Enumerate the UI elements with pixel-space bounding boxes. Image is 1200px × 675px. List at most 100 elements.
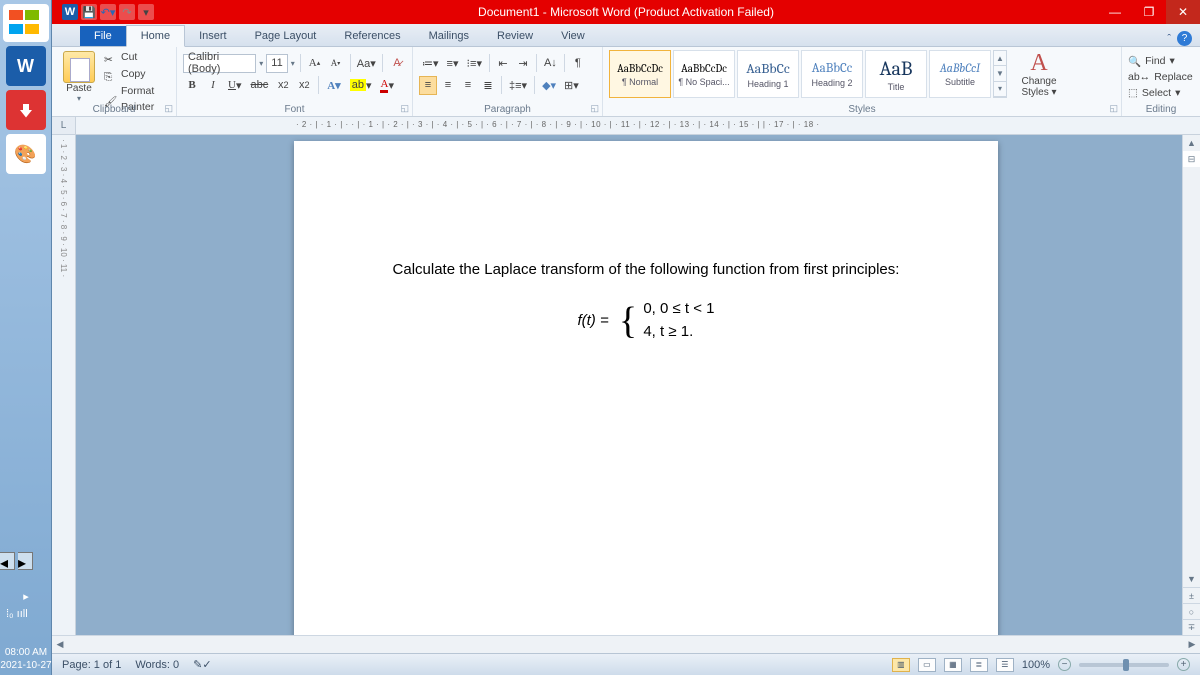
text-effects-button[interactable]: A▾ <box>324 76 343 95</box>
scroll-down-icon[interactable]: ▼ <box>1183 571 1200 587</box>
bullets-button[interactable]: ≔▾ <box>419 54 442 73</box>
bold-button[interactable]: B <box>183 76 201 95</box>
align-right-button[interactable]: ≡ <box>459 76 477 95</box>
numbering-button[interactable]: ≡▾ <box>444 54 462 73</box>
tab-view[interactable]: View <box>547 26 599 46</box>
grow-font-button[interactable]: A▴ <box>306 54 324 73</box>
styles-gallery-scroll[interactable]: ▲▼▾ <box>993 50 1007 98</box>
sort-button[interactable]: A↓ <box>541 54 560 73</box>
borders-button[interactable]: ⊞▾ <box>561 76 582 95</box>
paste-button[interactable]: Paste ▾ <box>58 51 100 103</box>
clear-formatting-button[interactable]: A̷ <box>388 54 406 73</box>
word-count[interactable]: Words: 0 <box>135 659 179 671</box>
vertical-ruler[interactable]: · 1 · 2 · 3 · 4 · 5 · 6 · 7 · 8 · 9 · 10… <box>52 135 76 635</box>
minimize-button[interactable]: — <box>1098 0 1132 24</box>
zoom-in-button[interactable]: + <box>1177 658 1190 671</box>
page[interactable]: Calculate the Laplace transform of the f… <box>294 141 998 635</box>
draft-view-button[interactable]: ☰ <box>996 658 1014 672</box>
app-icon[interactable]: W <box>62 4 78 20</box>
font-size-combo[interactable]: 11 <box>266 54 287 73</box>
font-color-button[interactable]: A▾ <box>377 76 396 95</box>
dialog-launcher-icon[interactable]: ◱ <box>590 103 599 114</box>
prev-page-icon[interactable]: ± <box>1183 587 1200 603</box>
maximize-button[interactable]: ❐ <box>1132 0 1166 24</box>
browse-object-icon[interactable]: ○ <box>1183 603 1200 619</box>
increase-indent-button[interactable]: ⇥ <box>514 54 532 73</box>
dialog-launcher-icon[interactable]: ◱ <box>400 103 409 114</box>
zoom-slider[interactable] <box>1079 663 1169 667</box>
cut-button[interactable]: ✂Cut <box>104 49 176 66</box>
fullscreen-reading-view-button[interactable]: ▭ <box>918 658 936 672</box>
tab-home[interactable]: Home <box>126 25 185 47</box>
scroll-left-icon[interactable]: ◀ <box>52 639 68 650</box>
tab-references[interactable]: References <box>330 26 414 46</box>
strikethrough-button[interactable]: abc <box>247 76 271 95</box>
tab-insert[interactable]: Insert <box>185 26 241 46</box>
change-case-button[interactable]: Aa▾ <box>355 54 377 73</box>
show-marks-button[interactable]: ¶ <box>569 54 587 73</box>
close-button[interactable]: ✕ <box>1166 0 1200 24</box>
ruler-toggle-icon[interactable]: ⊟ <box>1183 151 1200 167</box>
justify-button[interactable]: ≣ <box>479 76 497 95</box>
style-heading-1[interactable]: AaBbCcHeading 1 <box>737 50 799 98</box>
ribbon-minimize-icon[interactable]: ˆ <box>1167 33 1171 45</box>
next-page-icon[interactable]: ∓ <box>1183 619 1200 635</box>
vertical-scrollbar[interactable]: ▲ ⊟ ▼ ± ○ ∓ <box>1182 135 1200 635</box>
underline-button[interactable]: U▾ <box>225 76 244 95</box>
align-center-button[interactable]: ≡ <box>439 76 457 95</box>
qat-customize-icon[interactable]: ▾ <box>138 4 154 20</box>
multilevel-list-button[interactable]: ⁝≡▾ <box>464 54 485 73</box>
qat-redo-icon[interactable]: ↷ <box>119 4 135 20</box>
shading-button[interactable]: ◆▾ <box>539 76 559 95</box>
tab-file[interactable]: File <box>80 26 126 46</box>
scroll-up-icon[interactable]: ▲ <box>1183 135 1200 151</box>
style-heading-2[interactable]: AaBbCcHeading 2 <box>801 50 863 98</box>
zoom-level[interactable]: 100% <box>1022 659 1050 671</box>
horizontal-scrollbar[interactable]: ◀ ▶ <box>52 635 1200 653</box>
taskbar-tab[interactable]: ◂ <box>0 552 15 570</box>
start-button[interactable] <box>3 4 49 42</box>
taskbar-clock[interactable]: 08:00 AM 2021-10-27 <box>0 646 52 675</box>
taskbar-pdf-icon[interactable] <box>6 90 46 130</box>
taskbar-chevron[interactable]: ▸ <box>0 590 52 603</box>
select-button[interactable]: ⬚Select ▾ <box>1128 85 1194 101</box>
help-icon[interactable]: ? <box>1177 31 1192 46</box>
page-indicator[interactable]: Page: 1 of 1 <box>62 659 121 671</box>
replace-button[interactable]: ab↔Replace <box>1128 69 1194 85</box>
outline-view-button[interactable]: ≣ <box>970 658 988 672</box>
taskbar-tab[interactable]: ▸ <box>18 552 33 570</box>
superscript-button[interactable]: x2 <box>295 76 313 95</box>
align-left-button[interactable]: ≡ <box>419 76 437 95</box>
qat-save-icon[interactable]: 💾 <box>81 4 97 20</box>
italic-button[interactable]: I <box>204 76 222 95</box>
line-spacing-button[interactable]: ‡≡▾ <box>506 76 530 95</box>
subscript-button[interactable]: x2 <box>274 76 292 95</box>
shrink-font-button[interactable]: A▾ <box>327 54 345 73</box>
change-styles-button[interactable]: AChange Styles ▾ <box>1013 50 1065 98</box>
scroll-right-icon[interactable]: ▶ <box>1184 639 1200 650</box>
decrease-indent-button[interactable]: ⇤ <box>494 54 512 73</box>
dialog-launcher-icon[interactable]: ◱ <box>1109 103 1118 114</box>
print-layout-view-button[interactable]: ▥ <box>892 658 910 672</box>
proofing-icon[interactable]: ✎✓ <box>193 658 211 671</box>
highlight-button[interactable]: ab▾ <box>347 76 375 95</box>
zoom-out-button[interactable]: − <box>1058 658 1071 671</box>
horizontal-ruler[interactable]: L · 2 · | · 1 · | · · | · 1 · | · 2 · | … <box>52 117 1200 135</box>
tab-mailings[interactable]: Mailings <box>415 26 483 46</box>
tab-review[interactable]: Review <box>483 26 547 46</box>
style-subtitle[interactable]: AaBbCcISubtitle <box>929 50 991 98</box>
style-title[interactable]: AaBTitle <box>865 50 927 98</box>
font-name-combo[interactable]: Calibri (Body) <box>183 54 256 73</box>
tab-page-layout[interactable]: Page Layout <box>241 26 331 46</box>
dialog-launcher-icon[interactable]: ◱ <box>164 103 173 114</box>
page-canvas[interactable]: Calculate the Laplace transform of the f… <box>76 135 1182 635</box>
equation[interactable]: f(t) = { 0, 0 ≤ t < 1 4, t ≥ 1. <box>577 298 714 343</box>
taskbar-word-icon[interactable]: W <box>6 46 46 86</box>
web-layout-view-button[interactable]: ▦ <box>944 658 962 672</box>
style---normal[interactable]: AaBbCcDc¶ Normal <box>609 50 671 98</box>
taskbar-paint-icon[interactable]: 🎨 <box>6 134 46 174</box>
copy-button[interactable]: ⎘Copy <box>104 66 176 83</box>
style---no-spaci---[interactable]: AaBbCcDc¶ No Spaci... <box>673 50 735 98</box>
qat-undo-icon[interactable]: ↶▾ <box>100 4 116 20</box>
ruler-corner[interactable]: L <box>52 117 76 134</box>
